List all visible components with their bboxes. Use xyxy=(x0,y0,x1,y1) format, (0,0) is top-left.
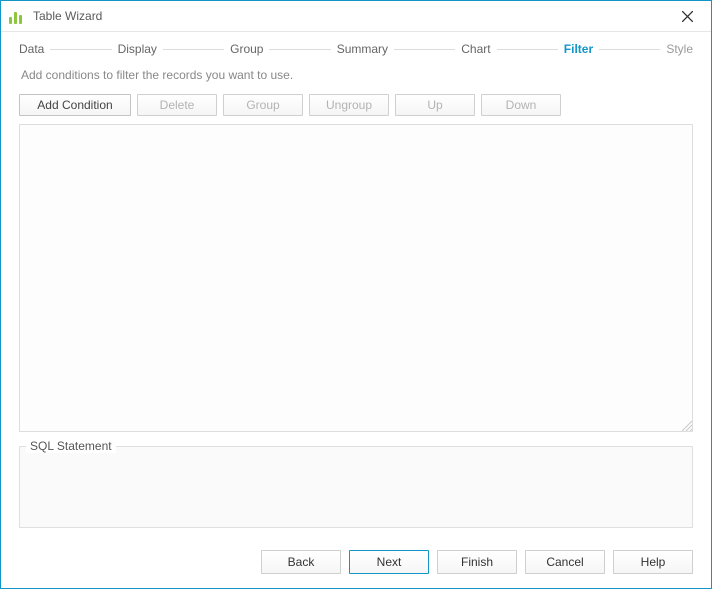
up-button: Up xyxy=(395,94,475,116)
add-condition-button[interactable]: Add Condition xyxy=(19,94,131,116)
step-separator xyxy=(497,49,558,50)
finish-button[interactable]: Finish xyxy=(437,550,517,574)
window-title: Table Wizard xyxy=(33,9,669,23)
step-style[interactable]: Style xyxy=(666,42,693,56)
step-chart[interactable]: Chart xyxy=(461,42,490,56)
wizard-body: Add Condition Delete Group Ungroup Up Do… xyxy=(1,84,711,540)
resize-grip[interactable] xyxy=(678,417,692,431)
resize-grip-icon xyxy=(678,417,692,431)
step-display[interactable]: Display xyxy=(118,42,157,56)
step-filter[interactable]: Filter xyxy=(564,42,593,56)
down-button: Down xyxy=(481,94,561,116)
wizard-footer: Back Next Finish Cancel Help xyxy=(1,540,711,588)
app-icon xyxy=(9,8,25,24)
back-button[interactable]: Back xyxy=(261,550,341,574)
step-data[interactable]: Data xyxy=(19,42,44,56)
titlebar: Table Wizard xyxy=(1,1,711,32)
step-separator xyxy=(50,49,111,50)
delete-button: Delete xyxy=(137,94,217,116)
step-group[interactable]: Group xyxy=(230,42,263,56)
conditions-list[interactable] xyxy=(19,124,693,432)
wizard-description: Add conditions to filter the records you… xyxy=(1,62,711,84)
filter-toolbar: Add Condition Delete Group Ungroup Up Do… xyxy=(19,94,693,116)
table-wizard-window: Table Wizard Data Display Group Summary … xyxy=(0,0,712,589)
help-button[interactable]: Help xyxy=(613,550,693,574)
close-button[interactable] xyxy=(669,2,705,30)
step-summary[interactable]: Summary xyxy=(337,42,388,56)
sql-statement-legend: SQL Statement xyxy=(26,439,116,453)
close-icon xyxy=(682,11,693,22)
next-button[interactable]: Next xyxy=(349,550,429,574)
step-separator xyxy=(269,49,330,50)
ungroup-button: Ungroup xyxy=(309,94,389,116)
step-separator xyxy=(599,49,660,50)
sql-statement-panel: SQL Statement xyxy=(19,446,693,528)
group-button: Group xyxy=(223,94,303,116)
step-separator xyxy=(163,49,224,50)
cancel-button[interactable]: Cancel xyxy=(525,550,605,574)
step-separator xyxy=(394,49,455,50)
wizard-steps: Data Display Group Summary Chart Filter … xyxy=(1,32,711,62)
